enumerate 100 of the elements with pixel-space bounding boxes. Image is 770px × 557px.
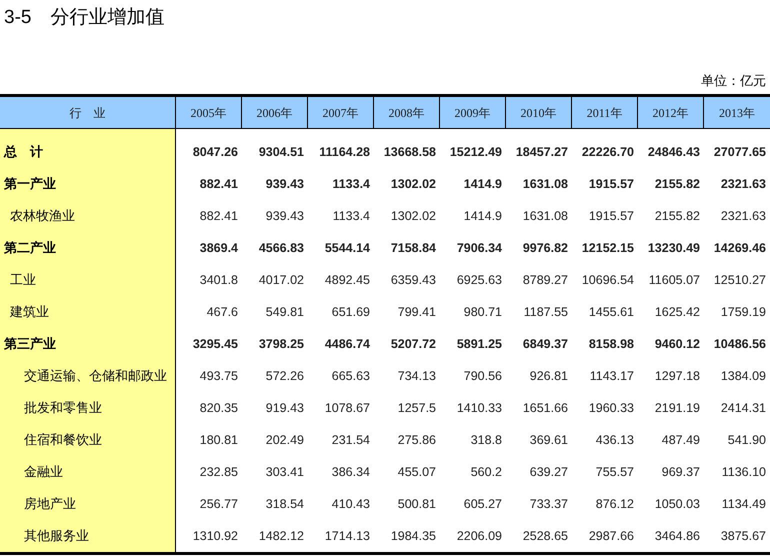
table-cell-text: 10696.54 bbox=[580, 272, 635, 289]
table-cell-text: 876.12 bbox=[594, 496, 635, 513]
table-cell-text: 1414.9 bbox=[462, 176, 503, 193]
table-cell-text: 500.81 bbox=[396, 496, 437, 513]
table-cell-text: 318.8 bbox=[470, 432, 503, 449]
table-cell-text: 369.61 bbox=[528, 432, 569, 449]
table-cell-text: 10486.56 bbox=[712, 336, 767, 353]
table-cell-text: 202.49 bbox=[264, 432, 305, 449]
table-cell-text: 939.43 bbox=[264, 208, 305, 225]
table-cell-text: 1133.4 bbox=[332, 208, 371, 225]
table-cell-text: 436.13 bbox=[594, 432, 635, 449]
table-cell-text: 2321.63 bbox=[720, 176, 767, 193]
table-cell-text: 7158.84 bbox=[390, 240, 437, 257]
table-cell-text: 6849.37 bbox=[522, 336, 569, 353]
table-cell-text: 734.13 bbox=[396, 368, 437, 385]
table-cell-text: 256.77 bbox=[198, 496, 239, 513]
table-cell-text: 12152.15 bbox=[580, 240, 635, 257]
table-cell-text: 8158.98 bbox=[588, 336, 635, 353]
table-cell-text: 5891.25 bbox=[456, 336, 503, 353]
table-cell-text: 1984.35 bbox=[390, 528, 437, 545]
table-cell-text: 1078.67 bbox=[324, 400, 371, 417]
table-cell-text: 1050.03 bbox=[654, 496, 701, 513]
column-header: 2007年 bbox=[308, 97, 374, 129]
table-cell-text: 231.54 bbox=[330, 432, 371, 449]
column-header: 2008年 bbox=[374, 97, 440, 129]
table-cell-text: 2191.19 bbox=[654, 400, 701, 417]
table-cell-text: 3295.45 bbox=[192, 336, 239, 353]
table-cell-text: 6359.43 bbox=[390, 272, 437, 289]
column-header: 2005年 bbox=[176, 97, 242, 129]
row-label: 总 计 bbox=[0, 136, 176, 168]
table-cell-text: 9976.82 bbox=[522, 240, 569, 257]
table-cell-text: 926.81 bbox=[528, 368, 569, 385]
row-label: 工业 bbox=[0, 264, 176, 296]
table-cell-text: 3401.8 bbox=[198, 272, 239, 289]
table-cell-text: 1759.19 bbox=[720, 304, 767, 321]
table-cell-text: 232.85 bbox=[198, 464, 239, 481]
table-cell-text: 22226.70 bbox=[580, 144, 635, 161]
table-cell-text: 1257.5 bbox=[396, 400, 437, 417]
table-cell-text: 1310.92 bbox=[192, 528, 239, 545]
table-cell-text: 665.63 bbox=[330, 368, 371, 385]
table-cell-text: 1915.57 bbox=[588, 176, 635, 193]
table-cell-text: 14269.46 bbox=[712, 240, 767, 257]
row-label: 第三产业 bbox=[0, 328, 176, 360]
table-cell-text: 180.81 bbox=[198, 432, 239, 449]
row-label: 第二产业 bbox=[0, 232, 176, 264]
table-cell-text: 799.41 bbox=[396, 304, 437, 321]
row-label: 住宿和餐饮业 bbox=[0, 424, 176, 456]
table-cell-text: 639.27 bbox=[528, 464, 569, 481]
table-cell-text: 549.81 bbox=[264, 304, 305, 321]
table-cell-text: 4566.83 bbox=[258, 240, 305, 257]
table-cell-text: 8047.26 bbox=[192, 144, 239, 161]
table-cell-text: 1631.08 bbox=[522, 208, 569, 225]
row-label: 批发和零售业 bbox=[0, 392, 176, 424]
column-header: 2009年 bbox=[440, 97, 506, 129]
table-cell-text: 4486.74 bbox=[324, 336, 371, 353]
table-cell-text: 882.41 bbox=[198, 176, 239, 193]
table-cell-text: 820.35 bbox=[198, 400, 239, 417]
table-cell-text: 1143.17 bbox=[588, 368, 635, 385]
column-header: 2006年 bbox=[242, 97, 308, 129]
table-cell-text: 1651.66 bbox=[522, 400, 569, 417]
table-cell-text: 1136.10 bbox=[720, 464, 767, 481]
table-cell-text: 455.07 bbox=[396, 464, 437, 481]
table-cell-text: 1915.57 bbox=[588, 208, 635, 225]
table-cell-text: 8789.27 bbox=[522, 272, 569, 289]
row-label: 其他服务业 bbox=[0, 520, 176, 552]
table-cell-text: 386.34 bbox=[330, 464, 371, 481]
table-cell-text: 2528.65 bbox=[522, 528, 569, 545]
row-label: 房地产业 bbox=[0, 488, 176, 520]
table-cell-text: 980.71 bbox=[462, 304, 503, 321]
column-header: 2011年 bbox=[572, 97, 638, 129]
table-cell-text: 11164.28 bbox=[318, 144, 371, 161]
table-cell-text: 4892.45 bbox=[324, 272, 371, 289]
table-cell-text: 5544.14 bbox=[324, 240, 371, 257]
page-title: 3-5 分行业增加值 bbox=[4, 7, 164, 28]
table-cell-text: 318.54 bbox=[264, 496, 305, 513]
table-cell-text: 1414.9 bbox=[462, 208, 503, 225]
table-cell-text: 15212.49 bbox=[448, 144, 503, 161]
table-cell-text: 2155.82 bbox=[654, 208, 701, 225]
table-cell-text: 2206.09 bbox=[456, 528, 503, 545]
table-cell-text: 651.69 bbox=[330, 304, 371, 321]
table-cell-text: 1960.33 bbox=[588, 400, 635, 417]
table-cell-text: 12510.27 bbox=[712, 272, 767, 289]
table-cell-text: 493.75 bbox=[198, 368, 239, 385]
table-cell-text: 1187.55 bbox=[522, 304, 569, 321]
table-cell-text: 1134.49 bbox=[720, 496, 767, 513]
table-cell-text: 9460.12 bbox=[654, 336, 701, 353]
table-cell-text: 275.86 bbox=[396, 432, 437, 449]
table-cell-text: 1455.61 bbox=[588, 304, 635, 321]
table-cell-text: 882.41 bbox=[198, 208, 239, 225]
table-cell-text: 27077.65 bbox=[712, 144, 767, 161]
table-cell-text: 2321.63 bbox=[720, 208, 767, 225]
table-cell-text: 487.49 bbox=[660, 432, 701, 449]
table-cell-text: 919.43 bbox=[264, 400, 305, 417]
table-cell-text: 24846.43 bbox=[646, 144, 701, 161]
row-label: 第一产业 bbox=[0, 168, 176, 200]
table-cell-text: 6925.63 bbox=[456, 272, 503, 289]
table-cell-text: 755.57 bbox=[594, 464, 635, 481]
table-cell-text: 18457.27 bbox=[514, 144, 569, 161]
table-cell-text: 572.26 bbox=[264, 368, 305, 385]
table-cell-text: 11605.07 bbox=[648, 272, 701, 289]
